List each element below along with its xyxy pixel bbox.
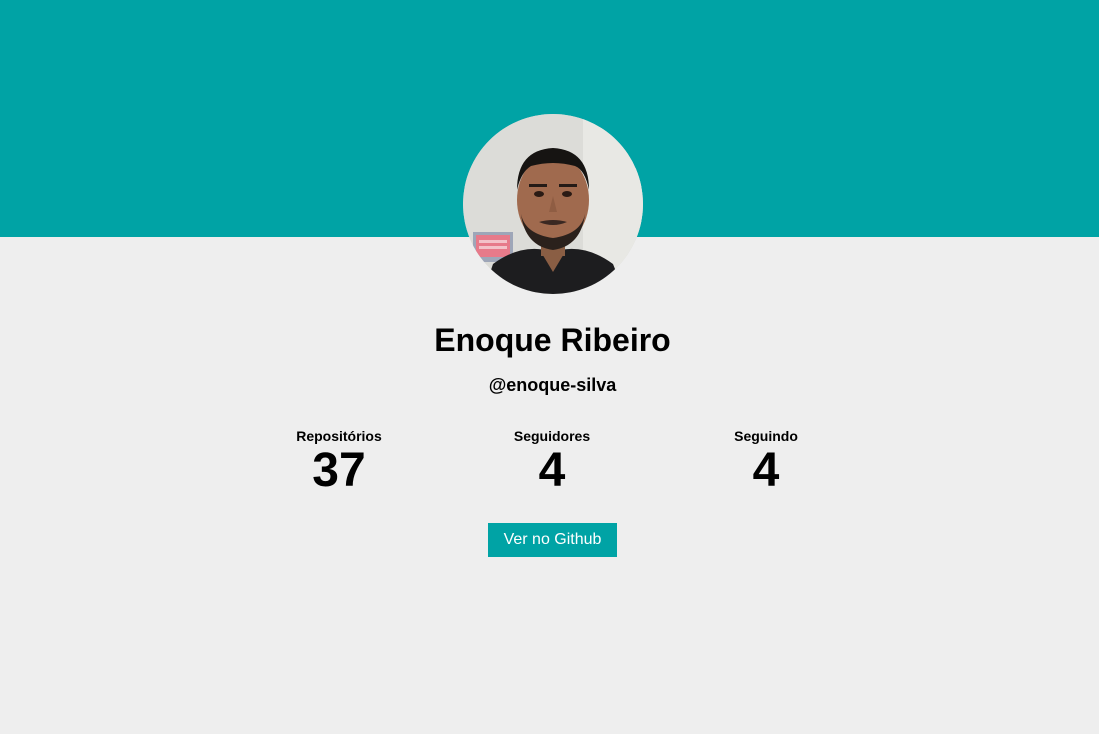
stat-followers-value: 4 <box>538 444 566 497</box>
stat-repositories-label: Repositórios <box>296 428 382 444</box>
avatar <box>463 114 643 294</box>
stat-followers-label: Seguidores <box>513 428 591 444</box>
view-on-github-button[interactable]: Ver no Github <box>488 523 617 557</box>
stat-followers: Seguidores 4 <box>452 428 652 496</box>
stat-following-label: Seguindo <box>734 428 798 444</box>
stat-following-value: 4 <box>752 444 780 497</box>
stat-following: Seguindo 4 <box>666 428 866 496</box>
profile-name: Enoque Ribeiro <box>434 322 671 358</box>
profile-username: @enoque-silva <box>488 375 617 395</box>
profile-photo-icon <box>463 114 643 294</box>
stat-repositories: Repositórios 37 <box>239 428 439 496</box>
stat-repositories-value: 37 <box>312 444 366 497</box>
